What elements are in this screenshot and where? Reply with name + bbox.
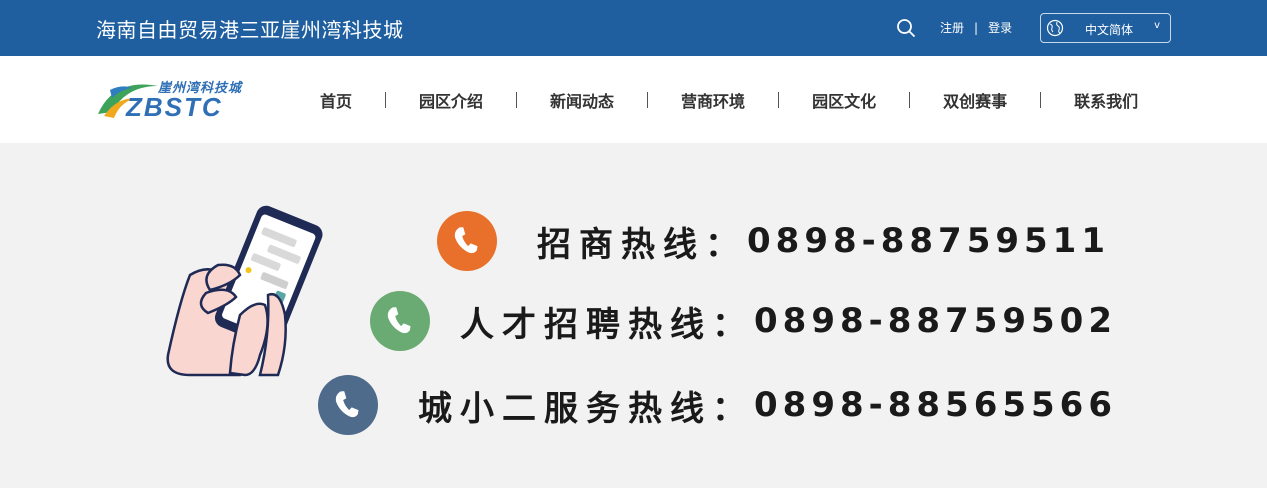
register-link[interactable]: 注册	[940, 19, 964, 36]
nav-item-park-intro[interactable]: 园区介绍	[419, 88, 483, 112]
logo-text-en: ZBSTC	[125, 92, 223, 122]
login-link[interactable]: 登录	[988, 19, 1012, 36]
auth-links: 注册 | 登录	[940, 19, 1012, 36]
nav-separator	[516, 91, 518, 108]
globe-icon	[1046, 19, 1064, 37]
hotline-label: 城小二服务热线：	[418, 388, 754, 429]
phone-icon	[387, 307, 411, 334]
hotline-label: 人才招聘热线：	[460, 304, 754, 345]
top-bar: 海南自由贸易港三亚崖州湾科技城 注册 | 登录 中文简体 v	[0, 0, 1267, 56]
hotline-recruitment: 人才招聘热线： 0898-88759502	[370, 291, 1117, 351]
nav-item-competitions[interactable]: 双创赛事	[943, 88, 1007, 112]
hotline-service: 城小二服务热线： 0898-88565566	[318, 375, 1117, 435]
hotline-number[interactable]: 0898-88759511	[747, 221, 1110, 261]
phone-icon	[454, 227, 478, 254]
nav-bar: 崖州湾科技城 ZBSTC 首页 园区介绍 新闻动态 营商环境 园区文化 双创赛事…	[0, 56, 1267, 143]
nav-separator	[909, 91, 911, 108]
hotline-number[interactable]: 0898-88759502	[754, 301, 1117, 341]
main-nav: 首页 园区介绍 新闻动态 营商环境 园区文化 双创赛事 联系我们	[320, 56, 1138, 143]
hand-phone-illustration	[166, 205, 323, 377]
hotline-label: 招商热线：	[537, 224, 747, 265]
nav-item-news[interactable]: 新闻动态	[550, 88, 614, 112]
nav-item-contact[interactable]: 联系我们	[1074, 88, 1138, 112]
phone-circle[interactable]	[318, 375, 378, 435]
language-selected: 中文简体	[1085, 23, 1134, 37]
auth-separator: |	[974, 20, 979, 35]
nav-item-park-culture[interactable]: 园区文化	[812, 88, 876, 112]
language-select[interactable]: 中文简体 v	[1040, 13, 1171, 43]
nav-separator	[385, 91, 387, 108]
chevron-down-icon: v	[1154, 20, 1160, 31]
phone-icon	[335, 391, 359, 418]
nav-item-home[interactable]: 首页	[320, 88, 352, 112]
nav-item-business-environment[interactable]: 营商环境	[681, 88, 745, 112]
search-icon[interactable]	[896, 18, 916, 38]
hotline-number[interactable]: 0898-88565566	[754, 385, 1117, 425]
phone-circle[interactable]	[437, 211, 497, 271]
phone-circle[interactable]	[370, 291, 430, 351]
site-title[interactable]: 海南自由贸易港三亚崖州湾科技城	[96, 14, 404, 43]
nav-separator	[647, 91, 649, 108]
nav-separator	[778, 91, 780, 108]
nav-separator	[1040, 91, 1042, 108]
logo[interactable]: 崖州湾科技城 ZBSTC	[96, 72, 246, 122]
hotline-investment: 招商热线： 0898-88759511	[437, 211, 1110, 271]
